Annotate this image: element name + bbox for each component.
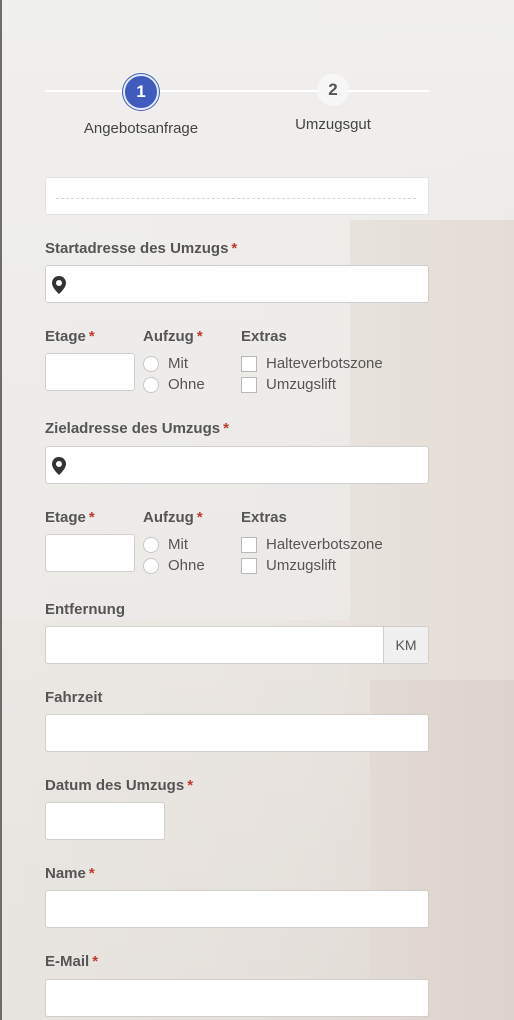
ziel-address-input[interactable] [45,446,429,484]
start-aufzug-mit[interactable]: Mit [143,355,188,372]
name-input[interactable] [45,890,429,928]
radio-button[interactable] [143,376,159,393]
checkbox[interactable] [241,355,257,372]
ziel-extra-umzugslift[interactable]: Umzugslift [241,557,336,574]
ziel-etage-input[interactable] [45,534,135,572]
map-pin-icon [52,276,66,294]
checkbox[interactable] [241,536,257,553]
step-1[interactable]: 1 Angebotsanfrage [71,74,211,137]
ziel-aufzug-ohne[interactable]: Ohne [143,557,205,574]
radio-button[interactable] [143,536,159,553]
ziel-etage-label: Etage * [45,509,95,526]
start-extra-halteverbotszone[interactable]: Halteverbotszone [241,355,383,372]
fahrzeit-label: Fahrzeit [45,689,103,706]
ziel-address-label: Zieladresse des Umzugs * [45,420,229,437]
start-aufzug-label: Aufzug * [143,328,203,345]
step-2-label: Umzugsgut [295,116,371,133]
progress-stepper: 1 Angebotsanfrage 2 Umzugsgut [45,74,429,144]
start-address-label: Startadresse des Umzugs * [45,240,238,257]
ziel-aufzug-mit[interactable]: Mit [143,536,188,553]
ziel-extras-label: Extras [241,509,287,526]
entfernung-label: Entfernung [45,601,125,618]
checkbox[interactable] [241,376,257,393]
ziel-aufzug-label: Aufzug * [143,509,203,526]
start-extras-label: Extras [241,328,287,345]
fahrzeit-input[interactable] [45,714,429,752]
datum-label: Datum des Umzugs * [45,777,194,794]
datum-input[interactable] [45,802,165,840]
step-2-number: 2 [317,74,349,106]
start-address-input[interactable] [45,265,429,303]
checkbox[interactable] [241,557,257,574]
divider [56,198,416,199]
step-1-label: Angebotsanfrage [83,120,199,137]
unit-addon: KM [383,627,428,663]
name-label: Name * [45,865,95,882]
start-etage-input[interactable] [45,353,135,391]
email-input[interactable] [45,979,429,1017]
radio-button[interactable] [143,557,159,574]
start-etage-label: Etage * [45,328,95,345]
start-aufzug-ohne[interactable]: Ohne [143,376,205,393]
ziel-extra-halteverbotszone[interactable]: Halteverbotszone [241,536,383,553]
info-box [45,177,429,215]
map-pin-icon [52,457,66,475]
email-label: E-Mail * [45,953,99,970]
radio-button[interactable] [143,355,159,372]
step-2[interactable]: 2 Umzugsgut [263,74,403,133]
step-1-number: 1 [123,74,159,110]
start-extra-umzugslift[interactable]: Umzugslift [241,376,336,393]
entfernung-input[interactable]: KM [45,626,429,664]
